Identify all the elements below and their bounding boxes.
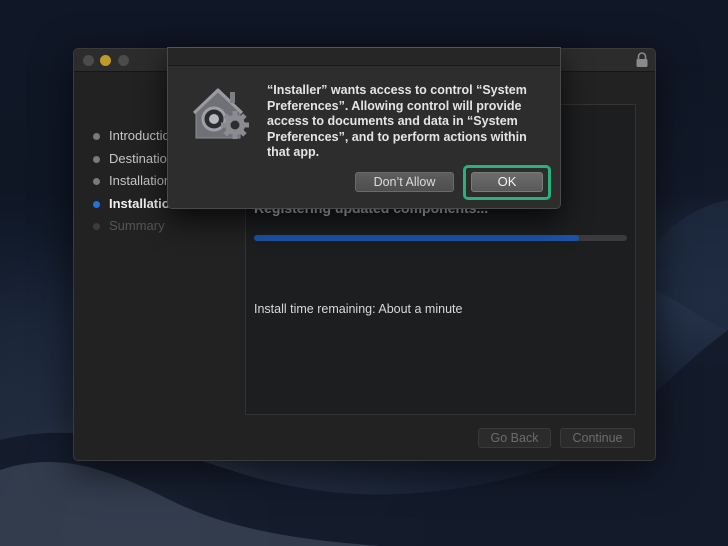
go-back-button[interactable]: Go Back [478,428,551,448]
progress-fill [254,235,579,241]
continue-button[interactable]: Continue [560,428,635,448]
alert-message: “Installer” wants access to control “Sys… [267,83,527,159]
step-label: Summary [109,218,165,233]
step-dot [93,200,100,208]
lock-icon [636,52,648,67]
install-progress-bar [254,235,627,241]
step-dot [93,178,100,185]
zoom-window-button[interactable] [118,55,129,66]
step-dot [93,133,100,140]
ok-button[interactable]: OK [471,172,543,192]
step-dot [93,155,100,163]
alert-top-strip [168,48,560,66]
ok-button-highlight: OK [463,165,551,200]
step-summary: Summary [90,215,240,238]
gear-lock-icon [192,88,249,139]
access-permission-alert: “Installer” wants access to control “Sys… [167,47,561,209]
dont-allow-button[interactable]: Don’t Allow [355,172,454,192]
minimize-window-button[interactable] [100,55,111,66]
step-dot [93,223,100,230]
close-window-button[interactable] [83,55,94,66]
time-remaining-label: Install time remaining: About a minute [254,302,463,316]
